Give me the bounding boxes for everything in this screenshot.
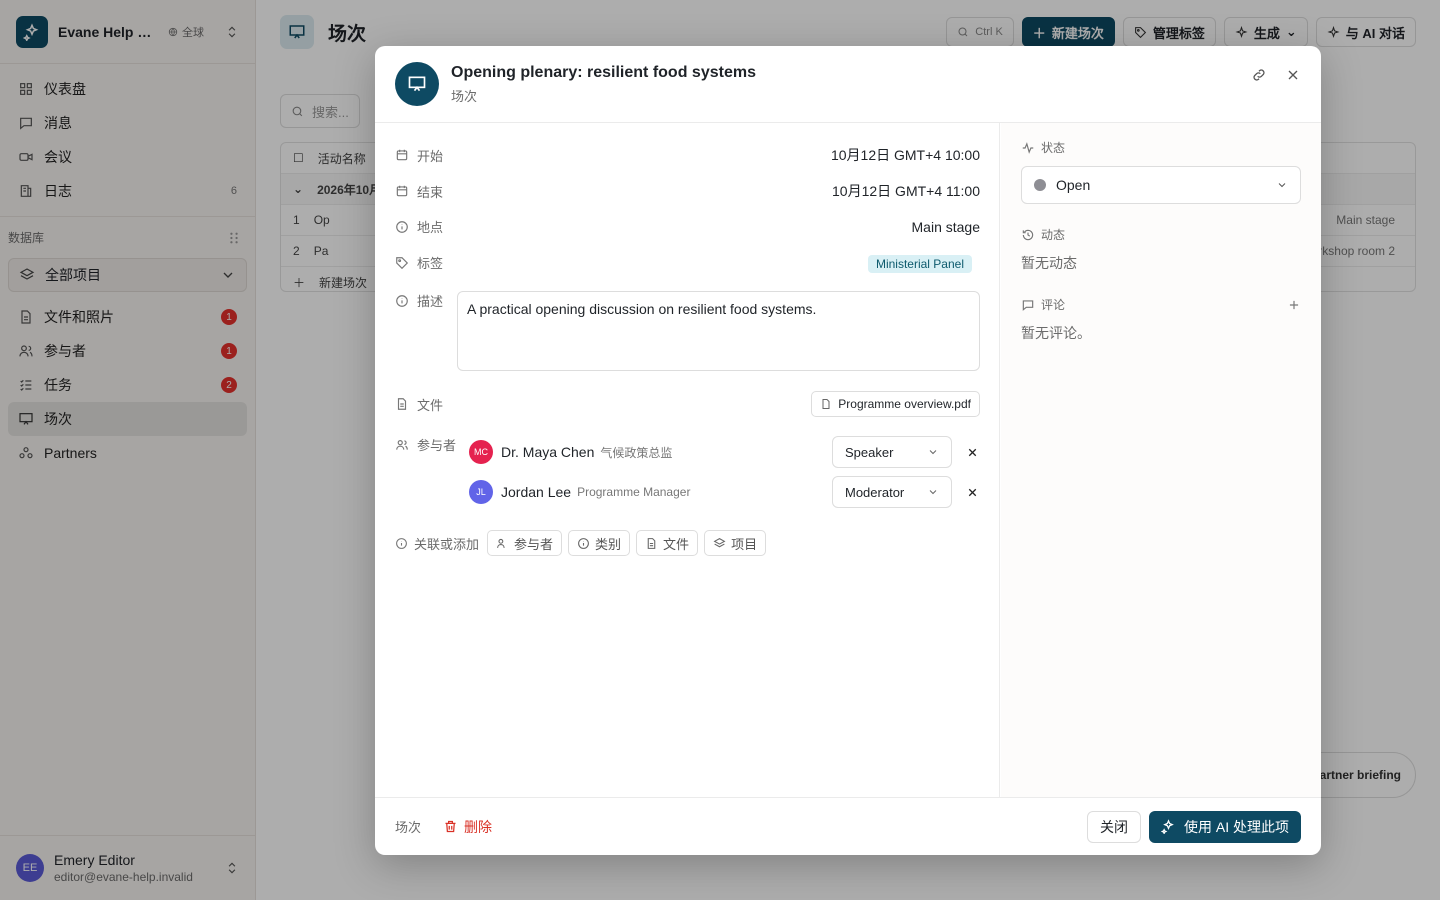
field-label: 参与者: [417, 438, 457, 453]
link-label: 关联或添加: [414, 536, 480, 552]
comments-section: 评论 暂无评论。: [1021, 296, 1301, 343]
role-select[interactable]: Moderator: [832, 476, 952, 508]
file-icon: [647, 537, 656, 549]
info-icon: [396, 220, 408, 233]
file-name: Programme overview.pdf: [838, 397, 971, 411]
activity-empty-text: 暂无动态: [1021, 255, 1077, 271]
comment-label: 评论: [1041, 298, 1066, 312]
chevron-down-icon: [1278, 183, 1286, 188]
field-label: 文件: [417, 397, 444, 413]
close-icon: [968, 448, 976, 456]
participant-row: MC Dr. Maya Chen 气候政策总监 Speaker: [469, 436, 980, 468]
participant-title: Programme Manager: [577, 485, 691, 499]
plus-icon[interactable]: [1287, 298, 1301, 312]
ai-process-label: 使用 AI 处理此项: [1183, 818, 1289, 835]
role-select[interactable]: Speaker: [832, 436, 952, 468]
modal-body: 开始 10月12日 GMT+4 10:00 结束 10月12日 GMT+4 11…: [375, 123, 1321, 797]
status-label: 状态: [1041, 141, 1066, 155]
add-category-chip[interactable]: 类别: [568, 530, 631, 556]
presentation-icon: [395, 62, 439, 106]
field-label: 结束: [417, 184, 444, 200]
layers-icon: [713, 537, 726, 547]
modal-title: Opening plenary: resilient food systems: [451, 63, 756, 81]
location-value[interactable]: Main stage: [912, 219, 980, 235]
add-file-chip[interactable]: 文件: [636, 530, 699, 556]
footer-type-label: 场次: [395, 820, 422, 835]
field-files: 文件 Programme overview.pdf: [395, 391, 980, 417]
field-label: 标签: [417, 256, 444, 271]
status-value: Open: [1056, 177, 1091, 193]
session-detail-modal: Opening plenary: resilient food systems …: [375, 46, 1321, 855]
participant-name[interactable]: Dr. Maya Chen: [501, 444, 594, 460]
status-section: 状态 Open: [1021, 139, 1301, 204]
field-location: 地点 Main stage: [395, 217, 980, 236]
role-value: Speaker: [845, 444, 894, 460]
calendar-icon: [396, 185, 408, 197]
activity-icon: [1022, 141, 1034, 154]
status-dot: [1034, 179, 1046, 191]
field-participants: 参与者: [395, 435, 475, 454]
participant-name[interactable]: Jordan Lee: [501, 484, 571, 500]
tag-icon: [396, 256, 409, 269]
add-project-chip[interactable]: 项目: [704, 530, 767, 556]
remove-participant-button[interactable]: [964, 484, 980, 500]
info-icon: [396, 537, 407, 549]
modal-subtitle: 场次: [451, 88, 478, 104]
modal-footer: 场次 删除 关闭 使用 AI 处理此项: [375, 797, 1321, 855]
sparkle-icon: [1160, 819, 1174, 834]
field-label: 开始: [417, 148, 444, 164]
calendar-icon: [396, 149, 408, 161]
history-icon: [1022, 229, 1034, 240]
users-icon: [396, 439, 408, 450]
activity-label: 动态: [1041, 228, 1066, 242]
chip-label: 参与者: [514, 536, 554, 552]
comment-icon: [1022, 299, 1034, 311]
close-button[interactable]: 关闭: [1086, 810, 1141, 843]
close-icon[interactable]: [1285, 67, 1301, 83]
remove-participant-button[interactable]: [964, 444, 980, 460]
role-value: Moderator: [845, 484, 905, 500]
description-textarea[interactable]: A practical opening discussion on resili…: [457, 291, 980, 371]
file-icon: [822, 399, 830, 409]
participant-title: 气候政策总监: [600, 445, 673, 460]
file-chip[interactable]: Programme overview.pdf: [811, 391, 980, 417]
delete-button[interactable]: 删除: [443, 817, 492, 837]
participant-row: JL Jordan Lee Programme Manager Moderato…: [469, 476, 980, 508]
modal-header: Opening plenary: resilient food systems …: [375, 46, 1321, 123]
info-icon: [396, 294, 408, 307]
field-end: 结束 10月12日 GMT+4 11:00: [395, 181, 980, 201]
field-label: 地点: [417, 220, 444, 235]
start-value[interactable]: 10月12日 GMT+4 10:00: [831, 145, 980, 165]
chevron-down-icon: [929, 450, 937, 455]
file-icon: [397, 398, 407, 410]
close-icon: [968, 488, 976, 496]
chevron-down-icon: [929, 490, 937, 495]
trash-icon: [445, 820, 456, 833]
details-panel: 开始 10月12日 GMT+4 10:00 结束 10月12日 GMT+4 11…: [375, 123, 1000, 797]
activity-section: 动态 暂无动态: [1021, 226, 1301, 273]
tag-badge[interactable]: Ministerial Panel: [867, 254, 972, 273]
status-select[interactable]: Open: [1021, 166, 1301, 204]
ai-process-button[interactable]: 使用 AI 处理此项: [1148, 810, 1301, 843]
field-tags: 标签 Ministerial Panel: [395, 253, 980, 273]
link-icon[interactable]: [1251, 67, 1267, 83]
side-panel: 状态 Open 动态 暂无动态 评论 暂无评论。: [1001, 123, 1321, 797]
chip-label: 类别: [595, 536, 622, 552]
delete-label: 删除: [464, 818, 493, 835]
field-start: 开始 10月12日 GMT+4 10:00: [395, 145, 980, 165]
add-participant-chip[interactable]: 参与者: [487, 530, 563, 556]
chip-label: 文件: [663, 536, 690, 552]
users-icon: [497, 538, 505, 548]
avatar: JL: [469, 480, 493, 504]
field-label: 描述: [417, 294, 444, 309]
chip-label: 项目: [731, 536, 758, 552]
end-value[interactable]: 10月12日 GMT+4 11:00: [832, 181, 980, 201]
info-icon: [578, 537, 589, 549]
comment-empty-text: 暂无评论。: [1021, 325, 1091, 341]
link-or-add-row: 关联或添加 参与者 类别 文件 项目: [395, 530, 767, 556]
avatar: MC: [469, 440, 493, 464]
